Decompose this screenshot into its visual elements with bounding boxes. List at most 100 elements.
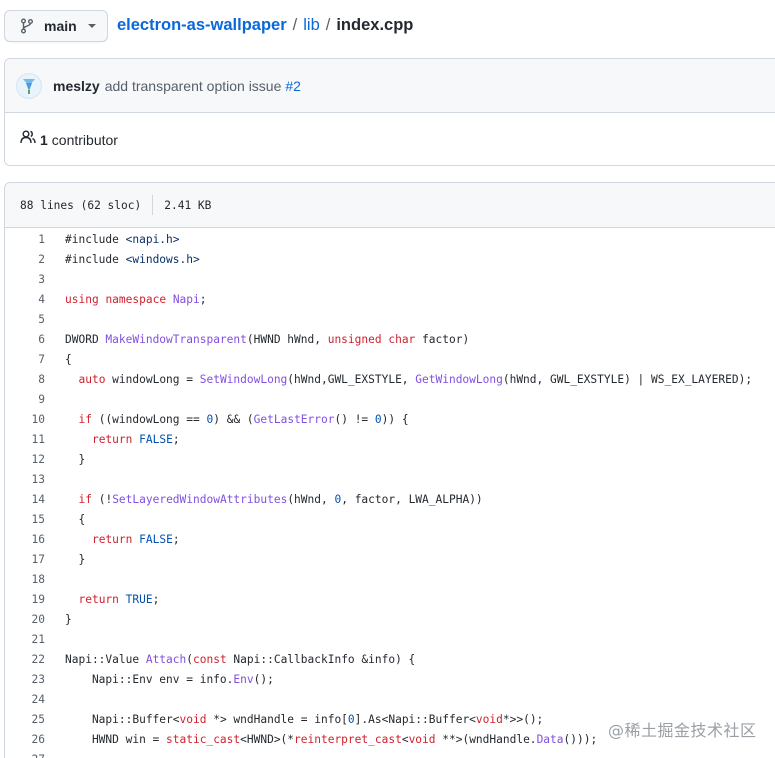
code-line-content: { [45,513,85,526]
code-line-content: } [45,553,85,566]
avatar[interactable] [16,72,42,99]
line-number[interactable]: 4 [5,293,45,306]
code-line: 16 return FALSE; [5,529,775,549]
code-token: HWND win = [65,732,167,746]
code-token: () != [334,412,375,426]
line-number[interactable]: 19 [5,593,45,606]
code-line-content: if ((windowLong == 0) && (GetLastError()… [45,412,409,426]
contributors-row[interactable]: 1 contributor [5,113,775,165]
user-avatar-icon [23,78,35,94]
commit-issue-link[interactable]: #2 [285,78,301,94]
latest-commit-box: meslzy add transparent option issue #2 1… [4,58,775,166]
line-number[interactable]: 6 [5,333,45,346]
breadcrumb-repo-link[interactable]: electron-as-wallpaper [117,16,287,35]
line-number[interactable]: 18 [5,573,45,586]
code-token: return [91,432,133,446]
watermark-text: @稀土掘金技术社区 [608,721,757,740]
line-number[interactable]: 23 [5,673,45,686]
line-number[interactable]: 5 [5,313,45,326]
code-token: Napi::Env env = info. [65,672,234,686]
code-token: ; [172,532,180,546]
breadcrumb-folder-link[interactable]: lib [303,16,320,35]
code-token: <napi.h> [125,232,180,246]
code-token: )) { [381,412,409,426]
line-number[interactable]: 15 [5,513,45,526]
code-token: void [475,712,503,726]
code-token: FALSE [139,432,173,446]
code-line: 11 return FALSE; [5,429,775,449]
code-line-content: return FALSE; [45,533,180,546]
line-number[interactable]: 21 [5,633,45,646]
code-token: Env [233,672,254,686]
line-number[interactable]: 2 [5,253,45,266]
code-token: DWORD [65,332,106,346]
code-token: const [193,652,227,666]
line-number[interactable]: 25 [5,713,45,726]
line-number[interactable]: 7 [5,353,45,366]
commit-author-link[interactable]: meslzy [53,78,100,94]
code-token: windowLong = [105,372,200,386]
commit-message-link[interactable]: add transparent option issue [105,78,282,94]
code-line: 8 auto windowLong = SetWindowLong(hWnd,G… [5,369,775,389]
code-token: (hWnd,GWL_EXSTYLE, [287,372,416,386]
line-number[interactable]: 3 [5,273,45,286]
code-line: 23 Napi::Env env = info.Env(); [5,669,775,689]
branch-select-button[interactable]: main [4,10,108,42]
code-line: 9 [5,389,775,409]
code-line-content: } [45,613,72,626]
code-line: 1 #include <napi.h> [5,229,775,249]
code-line: 20} [5,609,775,629]
code-line-content: Napi::Buffer<void *> wndHandle = info[0]… [45,713,543,726]
code-line-content: auto windowLong = SetWindowLong(hWnd,GWL… [45,373,752,386]
code-token: ) && ( [213,412,254,426]
line-number[interactable]: 27 [5,753,45,758]
line-number[interactable]: 14 [5,493,45,506]
line-number[interactable]: 10 [5,413,45,426]
code-token: static_cast [166,732,241,746]
line-number[interactable]: 9 [5,393,45,406]
file-navigation-bar: main electron-as-wallpaper / lib / index… [0,0,775,52]
line-number[interactable]: 20 [5,613,45,626]
contributor-label: contributor [51,131,118,148]
code-token: < [401,732,409,746]
code-token: *> wndHandle = info[ [206,712,348,726]
contributor-count: 1 [40,131,48,148]
code-line: 5 [5,309,775,329]
line-number[interactable]: 12 [5,453,45,466]
line-number[interactable]: 22 [5,653,45,666]
code-line: 15 { [5,509,775,529]
code-token: (HWND hWnd, [246,332,328,346]
code-token: char [388,332,416,346]
line-number[interactable]: 24 [5,693,45,706]
code-line-content: Napi::Value Attach(const Napi::CallbackI… [45,653,415,666]
line-number[interactable]: 17 [5,553,45,566]
line-number[interactable]: 26 [5,733,45,746]
code-token: Data [536,732,564,746]
code-token: return [91,532,133,546]
code-token: GetWindowLong [415,372,503,386]
code-line: 2 #include <windows.h> [5,249,775,269]
line-number[interactable]: 13 [5,473,45,486]
line-number[interactable]: 8 [5,373,45,386]
line-number[interactable]: 1 [5,233,45,246]
code-line-content: } [45,453,85,466]
code-token: , factor, LWA_ALPHA)) [341,492,483,506]
code-token: { [65,352,72,366]
header-divider [152,195,154,215]
code-line-content: HWND win = static_cast<HWND>(*reinterpre… [45,733,597,746]
code-line: 13 [5,469,775,489]
code-line-content: { [45,353,72,366]
file-info-header: 88 lines (62 sloc) 2.41 KB [5,183,775,228]
code-line: 6 DWORD MakeWindowTransparent(HWND hWnd, … [5,329,775,349]
chevron-down-icon [87,24,96,28]
line-number[interactable]: 16 [5,533,45,546]
code-token: if [78,412,92,426]
code-line: 27 [5,749,775,758]
code-line-content: return FALSE; [45,433,180,446]
code-token: void [408,732,436,746]
line-number[interactable]: 11 [5,433,45,446]
